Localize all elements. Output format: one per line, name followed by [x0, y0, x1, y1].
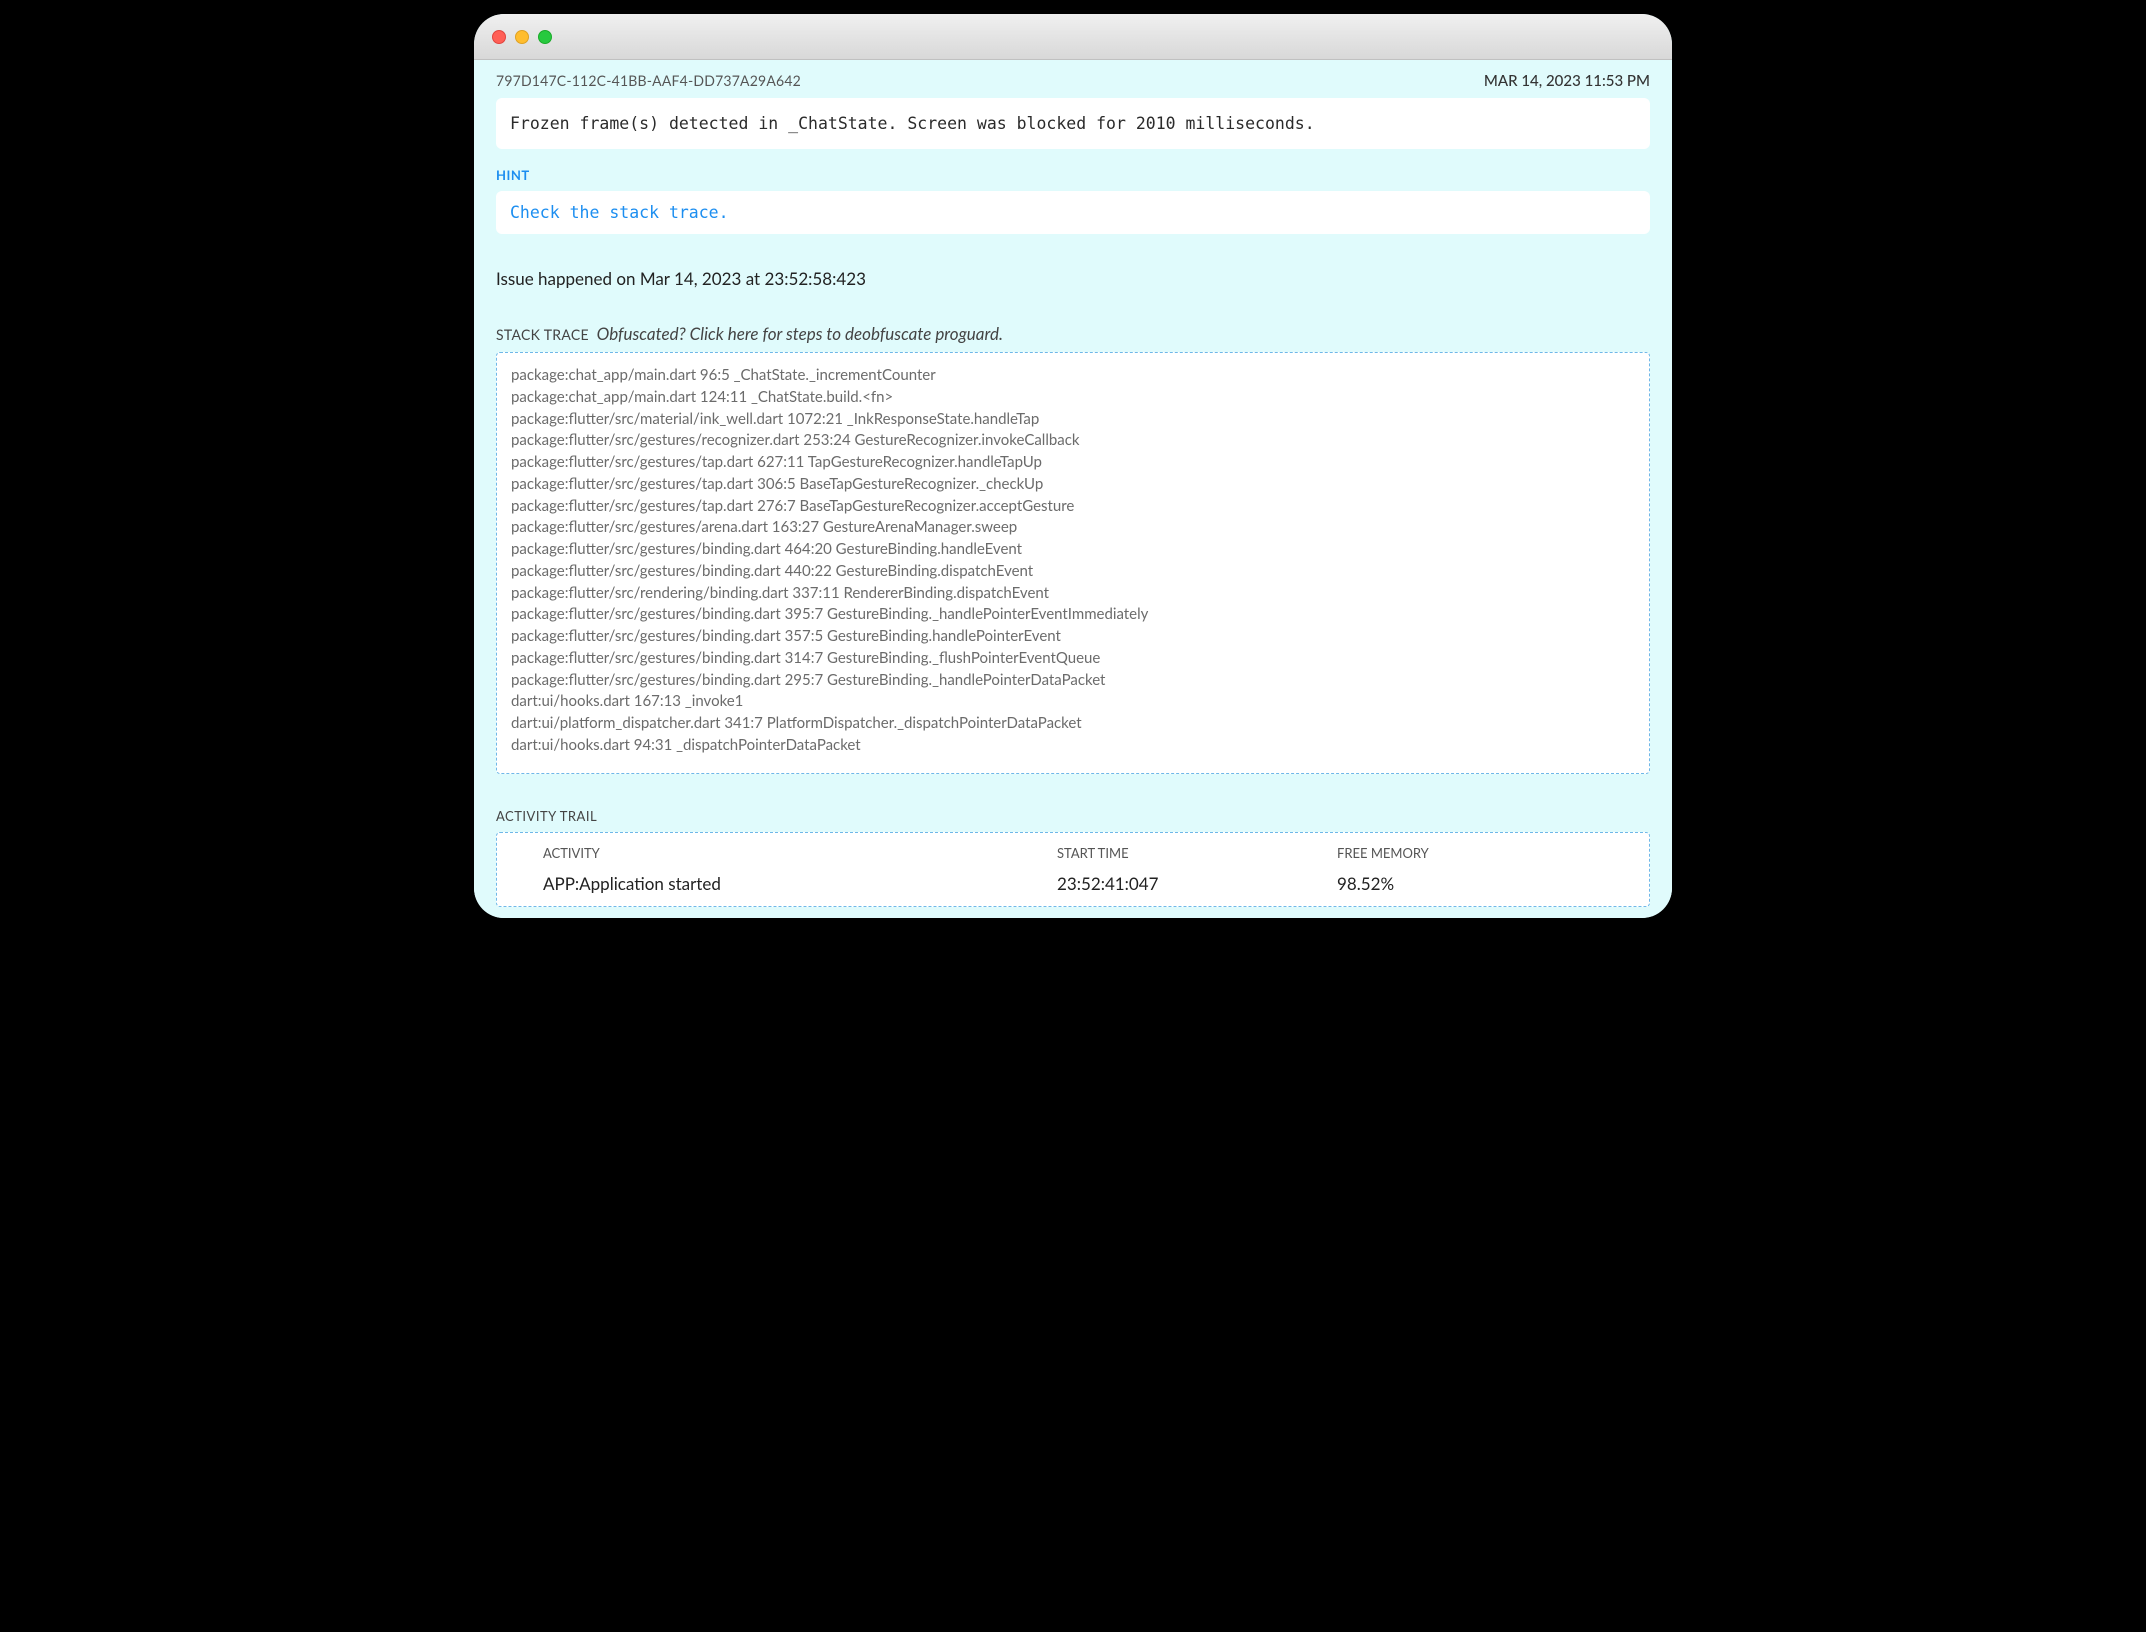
stack-trace-line: package:flutter/src/gestures/binding.dar…: [511, 561, 1635, 583]
hint-label: HINT: [496, 167, 1650, 183]
fullscreen-icon[interactable]: [538, 30, 552, 44]
table-row: APP:Application started23:52:41:04798.52…: [497, 867, 1649, 906]
header-row: 797D147C-112C-41BB-AAF4-DD737A29A642 MAR…: [496, 60, 1650, 98]
column-header-activity: ACTIVITY: [497, 845, 1057, 861]
stack-trace-line: package:flutter/src/gestures/recognizer.…: [511, 430, 1635, 452]
stack-trace-line: package:flutter/src/gestures/arena.dart …: [511, 517, 1635, 539]
activity-trail-label: ACTIVITY TRAIL: [496, 808, 1650, 824]
stack-trace-line: package:flutter/src/gestures/binding.dar…: [511, 648, 1635, 670]
error-message-text: Frozen frame(s) detected in _ChatState. …: [510, 114, 1315, 133]
stack-trace-line: package:chat_app/main.dart 96:5 _ChatSta…: [511, 365, 1635, 387]
stack-trace-line: package:flutter/src/rendering/binding.da…: [511, 583, 1635, 605]
stack-trace-line: package:flutter/src/gestures/binding.dar…: [511, 539, 1635, 561]
window-titlebar: [474, 14, 1672, 60]
stack-trace-line: dart:ui/platform_dispatcher.dart 341:7 P…: [511, 713, 1635, 735]
stack-trace-label: STACK TRACE: [496, 326, 589, 343]
column-header-start-time: START TIME: [1057, 845, 1337, 861]
stack-trace-line: dart:ui/hooks.dart 167:13 _invoke1: [511, 691, 1635, 713]
activity-header-row: ACTIVITY START TIME FREE MEMORY: [497, 833, 1649, 867]
close-icon[interactable]: [492, 30, 506, 44]
hint-box: Check the stack trace.: [496, 191, 1650, 234]
free-memory-cell: 98.52%: [1337, 873, 1649, 894]
column-header-free-memory: FREE MEMORY: [1337, 845, 1649, 861]
issue-timestamp: MAR 14, 2023 11:53 PM: [1484, 72, 1650, 90]
stack-trace-line: package:flutter/src/gestures/tap.dart 27…: [511, 496, 1635, 518]
stack-trace-box[interactable]: package:chat_app/main.dart 96:5 _ChatSta…: [496, 352, 1650, 774]
content-area: 797D147C-112C-41BB-AAF4-DD737A29A642 MAR…: [474, 60, 1672, 918]
app-window: 797D147C-112C-41BB-AAF4-DD737A29A642 MAR…: [474, 14, 1672, 918]
stack-trace-line: package:flutter/src/material/ink_well.da…: [511, 409, 1635, 431]
deobfuscate-link[interactable]: Obfuscated? Click here for steps to deob…: [597, 323, 1003, 344]
issue-happened-line: Issue happened on Mar 14, 2023 at 23:52:…: [496, 268, 1650, 289]
stack-trace-line: package:flutter/src/gestures/tap.dart 62…: [511, 452, 1635, 474]
activity-trail-box: ACTIVITY START TIME FREE MEMORY APP:Appl…: [496, 832, 1650, 907]
stack-trace-line: package:flutter/src/gestures/binding.dar…: [511, 626, 1635, 648]
stack-trace-header: STACK TRACE Obfuscated? Click here for s…: [496, 323, 1650, 344]
device-frame: 797D147C-112C-41BB-AAF4-DD737A29A642 MAR…: [460, 0, 1686, 932]
stack-trace-line: package:chat_app/main.dart 124:11 _ChatS…: [511, 387, 1635, 409]
error-message-box: Frozen frame(s) detected in _ChatState. …: [496, 98, 1650, 149]
minimize-icon[interactable]: [515, 30, 529, 44]
issue-uuid: 797D147C-112C-41BB-AAF4-DD737A29A642: [496, 72, 801, 89]
stack-trace-line: package:flutter/src/gestures/binding.dar…: [511, 604, 1635, 626]
activity-cell: APP:Application started: [497, 873, 1057, 894]
stack-trace-line: package:flutter/src/gestures/tap.dart 30…: [511, 474, 1635, 496]
start-time-cell: 23:52:41:047: [1057, 873, 1337, 894]
hint-text: Check the stack trace.: [510, 203, 729, 222]
stack-trace-line: package:flutter/src/gestures/binding.dar…: [511, 670, 1635, 692]
stack-trace-line: dart:ui/hooks.dart 94:31 _dispatchPointe…: [511, 735, 1635, 757]
